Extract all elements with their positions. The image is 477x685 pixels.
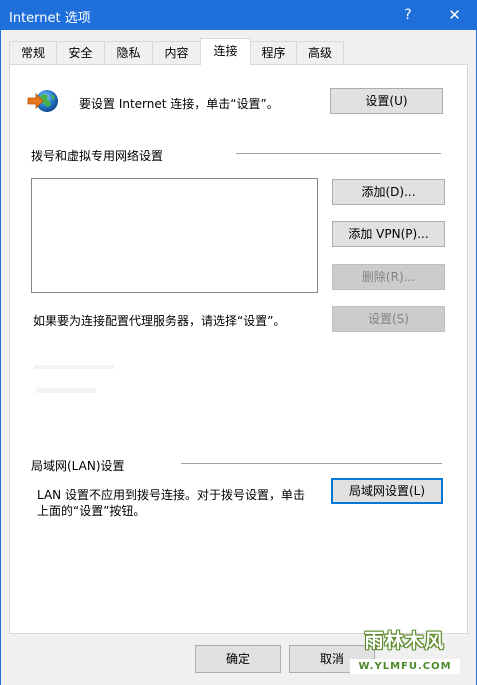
tab-advanced[interactable]: 高级 xyxy=(296,41,344,64)
connection-list[interactable] xyxy=(31,178,318,293)
ok-button[interactable]: 确定 xyxy=(195,645,281,673)
faint-artifact xyxy=(34,365,114,369)
watermark-logo: 雨林木风 W.YLMFU.COM xyxy=(342,622,467,678)
settings-button[interactable]: 设置(S) xyxy=(332,306,445,332)
proxy-description: 如果要为连接配置代理服务器，请选择“设置”。 xyxy=(33,314,286,328)
lan-settings-button[interactable]: 局域网设置(L) xyxy=(331,478,443,504)
lan-group-divider xyxy=(181,463,442,464)
help-button[interactable]: ? xyxy=(390,0,426,30)
dialup-group-title: 拨号和虚拟专用网络设置 xyxy=(31,149,164,163)
tab-privacy[interactable]: 隐私 xyxy=(104,41,153,64)
close-button[interactable]: ✕ xyxy=(432,0,477,30)
add-vpn-button[interactable]: 添加 VPN(P)... xyxy=(332,221,445,247)
window-title: Internet 选项 xyxy=(9,11,91,26)
tab-general[interactable]: 常规 xyxy=(9,41,57,64)
watermark-url: W.YLMFU.COM xyxy=(350,659,460,674)
tab-programs[interactable]: 程序 xyxy=(250,41,297,64)
tab-security[interactable]: 安全 xyxy=(56,41,105,64)
add-button[interactable]: 添加(D)... xyxy=(332,179,445,205)
watermark-brand: 雨林木风 xyxy=(364,630,445,652)
dialup-group-divider xyxy=(236,153,441,154)
remove-button[interactable]: 删除(R)... xyxy=(332,264,445,290)
lan-description-line2: 上面的“设置”按钮。 xyxy=(37,504,146,518)
internet-globe-icon xyxy=(27,90,58,112)
setup-description: 要设置 Internet 连接，单击“设置”。 xyxy=(79,97,279,111)
tab-content[interactable]: 内容 xyxy=(152,41,201,64)
lan-group-title: 局域网(LAN)设置 xyxy=(31,459,125,473)
faint-artifact xyxy=(36,388,96,393)
lan-description-line1: LAN 设置不应用到拨号连接。对于拨号设置，单击 xyxy=(37,488,305,502)
tab-connections[interactable]: 连接 xyxy=(200,38,251,65)
setup-button[interactable]: 设置(U) xyxy=(330,88,443,114)
